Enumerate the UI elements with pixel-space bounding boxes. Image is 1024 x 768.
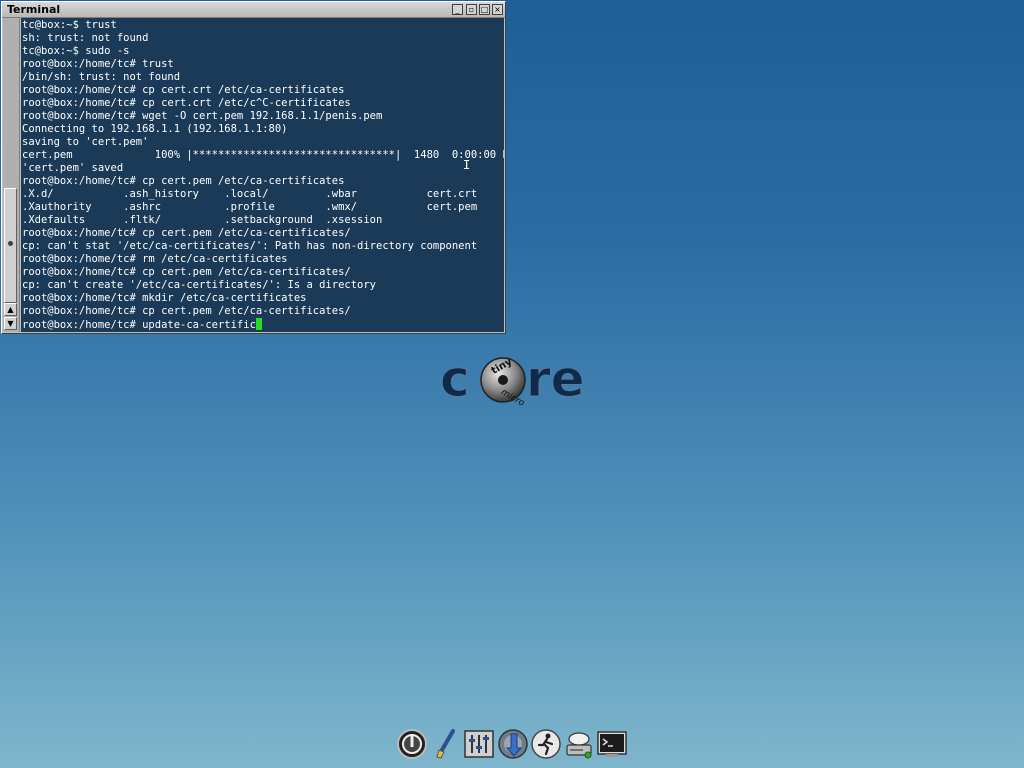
control-panel-icon[interactable]: [463, 728, 495, 760]
terminal-window[interactable]: Terminal _ ▫ □ × ▲ ▼ tc@box:~$ trust sh:…: [1, 1, 506, 334]
terminal-line: root@box:/home/tc# cp cert.crt /etc/ca-c…: [22, 84, 345, 96]
terminal-line: root@box:/home/tc# cp cert.pem /etc/ca-c…: [22, 175, 345, 187]
terminal-line: root@box:/home/tc# cp cert.pem /etc/ca-c…: [22, 305, 351, 317]
logo-graphic: c tiny micro re: [440, 350, 586, 410]
terminal-output[interactable]: tc@box:~$ trust sh: trust: not found tc@…: [21, 18, 504, 332]
window-title: Terminal: [7, 3, 61, 16]
power-icon[interactable]: [396, 728, 428, 760]
paintbrush-icon[interactable]: [431, 728, 463, 760]
terminal-line: saving to 'cert.pem': [22, 136, 149, 148]
mount-tool-icon[interactable]: [563, 728, 595, 760]
tinycore-logo: c tiny micro re: [440, 350, 586, 410]
terminal-titlebar[interactable]: Terminal _ ▫ □ ×: [2, 2, 505, 18]
scroll-grip-icon: [8, 241, 13, 246]
close-button[interactable]: ×: [492, 4, 503, 15]
terminal-line: root@box:/home/tc# cp cert.pem /etc/ca-c…: [22, 266, 351, 278]
terminal-line: .Xdefaults .fltk/ .setbackground .xsessi…: [22, 214, 383, 226]
logo-letter-c: c: [440, 350, 470, 408]
terminal-line: .Xauthority .ashrc .profile .wmx/ cert.p…: [22, 201, 478, 213]
terminal-icon[interactable]: [596, 728, 628, 760]
terminal-current-input[interactable]: root@box:/home/tc# update-ca-certific: [22, 319, 256, 331]
terminal-line: cp: can't stat '/etc/ca-certificates/': …: [22, 240, 478, 252]
terminal-line: 'cert.pem' saved: [22, 162, 124, 174]
ibeam-cursor-icon: I: [463, 158, 471, 172]
terminal-line: cp: can't create '/etc/ca-certificates/'…: [22, 279, 377, 291]
logo-disc-hole: [498, 375, 508, 385]
terminal-line: tc@box:~$ sudo -s: [22, 45, 130, 57]
scroll-down-button[interactable]: ▼: [4, 317, 17, 330]
terminal-line: root@box:/home/tc# rm /etc/ca-certificat…: [22, 253, 288, 265]
minimize-button[interactable]: _: [452, 4, 463, 15]
terminal-line: root@box:/home/tc# trust: [22, 58, 174, 70]
maximize-button[interactable]: □: [479, 4, 490, 15]
dock: [394, 726, 630, 762]
terminal-line: root@box:/home/tc# mkdir /etc/ca-certifi…: [22, 292, 307, 304]
logo-letters-re: re: [526, 350, 585, 408]
scrollbar-thumb[interactable]: [4, 188, 17, 303]
apps-icon[interactable]: [497, 728, 529, 760]
terminal-line: cert.pem 100% |*************************…: [22, 149, 504, 161]
terminal-line: .X.d/ .ash_history .local/ .wbar cert.cr…: [22, 188, 478, 200]
restore-button[interactable]: ▫: [466, 4, 477, 15]
terminal-input-line[interactable]: root@box:/home/tc# update-ca-certific: [22, 318, 504, 331]
terminal-line: root@box:/home/tc# cp cert.crt /etc/c^C-…: [22, 97, 351, 109]
terminal-line: /bin/sh: trust: not found: [22, 71, 181, 83]
terminal-line: tc@box:~$ trust: [22, 19, 117, 31]
terminal-line: root@box:/home/tc# cp cert.pem /etc/ca-c…: [22, 227, 351, 239]
terminal-line: root@box:/home/tc# wget -O cert.pem 192.…: [22, 110, 383, 122]
text-cursor: [255, 318, 262, 330]
terminal-line: Connecting to 192.168.1.1 (192.168.1.1:8…: [22, 123, 288, 135]
scroll-up-button[interactable]: ▲: [4, 303, 17, 316]
terminal-scrollbar[interactable]: ▲ ▼: [3, 18, 20, 332]
terminal-line: sh: trust: not found: [22, 32, 149, 44]
run-icon[interactable]: [530, 728, 562, 760]
